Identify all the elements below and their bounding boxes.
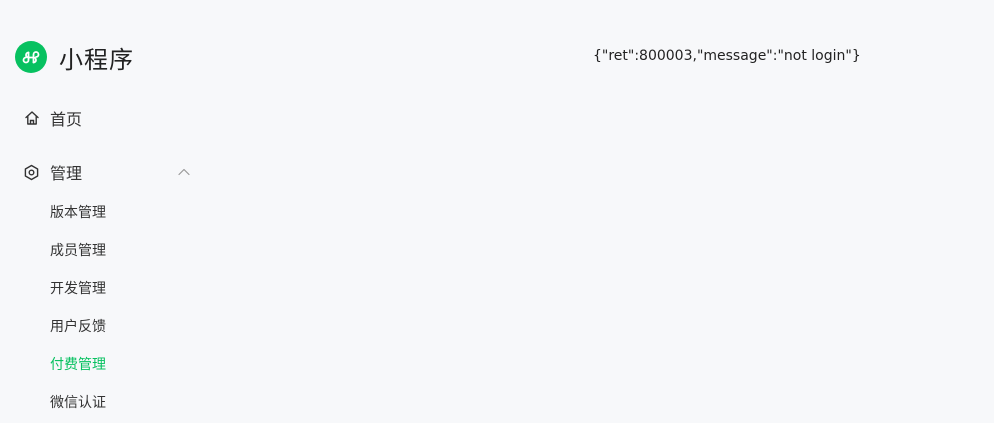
nav-item-home[interactable]: 首页 [23, 107, 82, 129]
chevron-up-icon[interactable] [177, 165, 191, 179]
mini-program-icon [15, 41, 47, 73]
sidebar-item-user-feedback[interactable]: 用户反馈 [50, 317, 106, 337]
nav-item-manage[interactable]: 管理 [23, 161, 191, 183]
sidebar-item-development-management[interactable]: 开发管理 [50, 279, 106, 299]
home-icon [23, 110, 40, 127]
api-response-text: {"ret":800003,"message":"not login"} [593, 48, 861, 64]
nav-item-manage-label: 管理 [50, 164, 83, 183]
sidebar-item-version-management[interactable]: 版本管理 [50, 203, 106, 223]
settings-hexagon-icon [23, 164, 40, 181]
nav-item-home-label: 首页 [50, 110, 83, 129]
app-title: 小程序 [59, 45, 134, 74]
sidebar-item-wechat-verification[interactable]: 微信认证 [50, 393, 106, 413]
sidebar: 小程序 首页 管理 版本管理 成员管理 开发管理 用户反馈 付费管理 微信认证 [0, 0, 210, 423]
sidebar-item-member-management[interactable]: 成员管理 [50, 241, 106, 261]
sidebar-item-payment-management[interactable]: 付费管理 [50, 355, 106, 375]
app-logo[interactable]: 小程序 [15, 41, 134, 74]
